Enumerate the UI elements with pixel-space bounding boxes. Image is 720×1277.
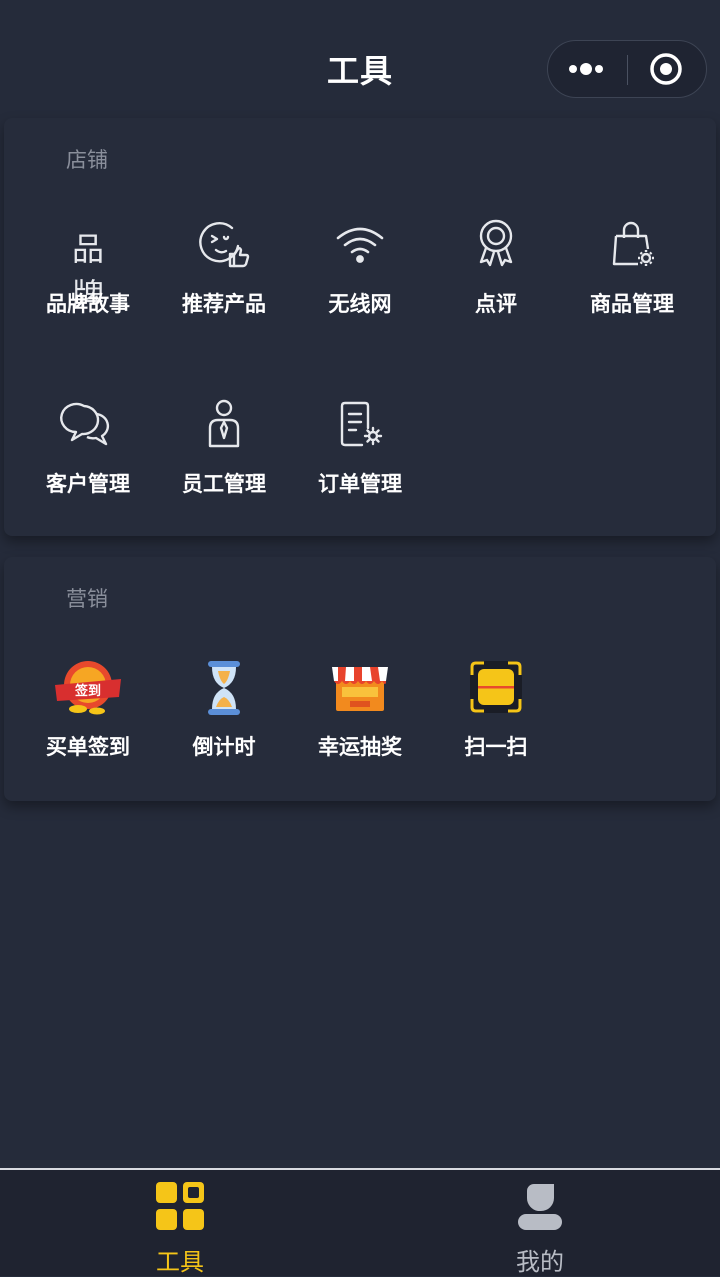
user-profile-icon [514,1180,566,1232]
section-title-shop: 店铺 [66,148,108,172]
svg-text:签到: 签到 [74,683,101,699]
tool-label: 员工管理 [182,472,266,496]
tool-brand-story[interactable]: 品牌 品牌故事 [20,200,156,350]
tab-label: 工具 [156,1248,204,1276]
tool-label: 商品管理 [590,292,674,316]
tool-label: 订单管理 [318,472,402,496]
tool-label: 扫一扫 [464,735,528,759]
section-title-marketing: 营销 [66,587,108,611]
tool-label: 买单签到 [46,735,130,759]
tool-scan[interactable]: 扫一扫 [428,643,564,793]
tab-label: 我的 [516,1248,564,1276]
recommend-thumbs-up-icon [194,214,254,274]
lucky-draw-stall-icon [330,657,390,717]
award-ribbon-icon [466,214,526,274]
tool-label: 品牌故事 [46,292,130,316]
bottom-tab-bar: 工具 我的 [0,1168,720,1276]
chat-bubbles-icon [58,394,118,454]
mini-program-capsule [547,40,707,98]
tool-label: 倒计时 [192,735,256,759]
close-mini-program-button[interactable] [628,41,706,97]
marketing-section: 营销 签到 买单签到 倒计时 幸运抽奖 扫一扫 [4,557,716,801]
more-dots-icon [569,63,603,75]
tool-product-management[interactable]: 商品管理 [564,200,700,350]
order-document-gear-icon [330,394,390,454]
tool-recommend-products[interactable]: 推荐产品 [156,200,292,350]
wifi-icon [330,214,390,274]
tool-reviews[interactable]: 点评 [428,200,564,350]
scan-icon [466,657,526,717]
target-circle-icon [650,53,682,85]
navigation-bar: 工具 [0,0,720,116]
tool-label: 幸运抽奖 [318,735,402,759]
hourglass-icon [194,657,254,717]
tab-tools[interactable]: 工具 [0,1170,360,1276]
tool-order-management[interactable]: 订单管理 [292,380,428,530]
staff-person-icon [194,394,254,454]
grid-apps-icon [154,1180,206,1232]
tool-lucky-draw[interactable]: 幸运抽奖 [292,643,428,793]
shopping-bag-gear-icon [602,214,662,274]
tool-customer-management[interactable]: 客户管理 [20,380,156,530]
tool-label: 客户管理 [46,472,130,496]
tool-checkin[interactable]: 签到 买单签到 [20,643,156,793]
brand-icon: 品牌 [71,230,104,314]
tool-label: 无线网 [328,292,392,316]
checkin-badge-icon: 签到 [55,657,121,717]
more-menu-button[interactable] [548,41,628,97]
tool-label: 点评 [475,292,517,316]
tool-label: 推荐产品 [182,292,266,316]
tool-staff-management[interactable]: 员工管理 [156,380,292,530]
tab-mine[interactable]: 我的 [360,1170,720,1276]
tool-countdown[interactable]: 倒计时 [156,643,292,793]
tool-wifi[interactable]: 无线网 [292,200,428,350]
shop-section: 店铺 品牌 品牌故事 推荐产品 无线网 点评 商品管理 客户管理 员工管理 订单… [4,118,716,536]
